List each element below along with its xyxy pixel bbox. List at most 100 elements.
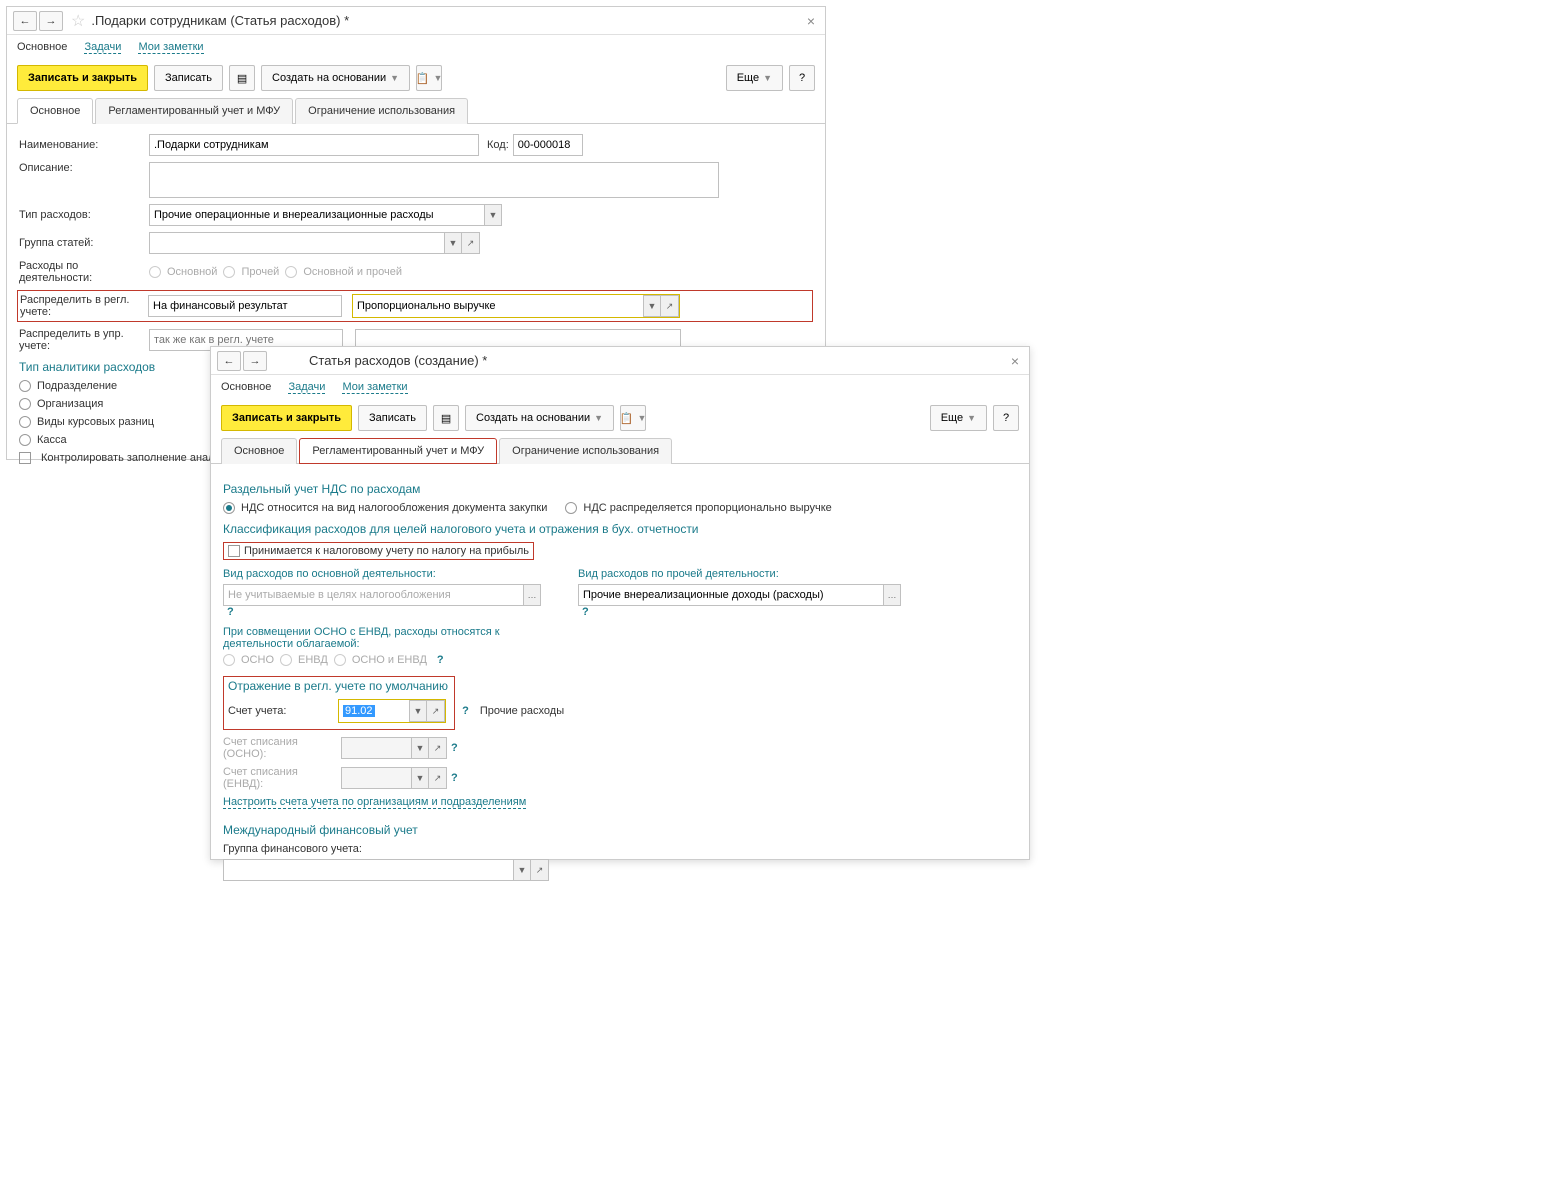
nav-tasks[interactable]: Задачи [84, 41, 121, 54]
nav-main[interactable]: Основное [221, 381, 271, 393]
nav-tasks[interactable]: Задачи [288, 381, 325, 394]
acct-value: 91.02 [343, 705, 375, 717]
nav-notes[interactable]: Мои заметки [138, 41, 203, 54]
help-icon[interactable]: ? [451, 772, 458, 784]
other-act-dropdown[interactable]: … [578, 584, 918, 606]
list-icon-button[interactable]: ▤ [229, 65, 255, 91]
open-icon: ↗ [429, 737, 447, 759]
dropdown-icon: ▼ [411, 737, 429, 759]
help-icon[interactable]: ? [582, 606, 589, 618]
more-button[interactable]: Еще▼ [930, 405, 987, 431]
ifrs-group-input[interactable] [223, 859, 513, 881]
classification-title: Классификация расходов для целей налогов… [223, 522, 1017, 536]
radio-rate[interactable] [19, 416, 31, 428]
toolbar: Записать и закрыть Записать ▤ Создать на… [211, 399, 1029, 437]
back-button[interactable]: ← [13, 11, 37, 31]
ifrs-group-dropdown[interactable]: ▼ ↗ [223, 859, 1017, 881]
dropdown-icon[interactable]: ▼ [513, 859, 531, 881]
acct-label: Счет учета: [228, 705, 338, 717]
type-dropdown[interactable]: ▼ [149, 204, 502, 226]
dropdown-icon[interactable]: ▼ [643, 295, 661, 317]
ifrs-title: Международный финансовый учет [223, 823, 1017, 837]
close-button[interactable]: × [1007, 353, 1023, 369]
help-button[interactable]: ? [993, 405, 1019, 431]
save-close-button[interactable]: Записать и закрыть [221, 405, 352, 431]
back-button[interactable]: ← [217, 351, 241, 371]
dropdown-icon[interactable]: ▼ [484, 204, 502, 226]
other-act-input[interactable] [578, 584, 883, 606]
window-title: Статья расходов (создание) * [309, 353, 487, 368]
toolbar: Записать и закрыть Записать ▤ Создать на… [7, 59, 825, 97]
main-act-input[interactable] [223, 584, 523, 606]
checkbox-accept-tax[interactable] [228, 545, 240, 557]
tab-reg[interactable]: Регламентированный учет и МФУ [299, 438, 497, 464]
create-based-button[interactable]: Создать на основании▼ [465, 405, 614, 431]
ellipsis-icon[interactable]: … [883, 584, 901, 606]
radio-label: НДС относится на вид налогообложения док… [241, 502, 547, 514]
open-icon[interactable]: ↗ [661, 295, 679, 317]
open-icon[interactable]: ↗ [427, 700, 445, 722]
radio-osno [223, 654, 235, 666]
name-input[interactable] [149, 134, 479, 156]
radio-dept[interactable] [19, 380, 31, 392]
ellipsis-icon[interactable]: … [523, 584, 541, 606]
group-dropdown[interactable]: ▼ ↗ [149, 232, 480, 254]
radio-vat-prop[interactable] [565, 502, 577, 514]
help-icon[interactable]: ? [227, 606, 234, 618]
save-button[interactable]: Записать [358, 405, 427, 431]
vat-title: Раздельный учет НДС по расходам [223, 482, 1017, 496]
dist-reg-input1[interactable] [148, 295, 342, 317]
group-label: Группа статей: [19, 237, 149, 249]
export-icon-button[interactable]: 📋▼ [416, 65, 442, 91]
desc-textarea[interactable] [149, 162, 719, 198]
help-icon[interactable]: ? [451, 742, 458, 754]
ifrs-group-label: Группа финансового учета: [223, 843, 1017, 855]
setup-accounts-link[interactable]: Настроить счета учета по организациям и … [223, 796, 526, 809]
tab-limit[interactable]: Ограничение использования [295, 98, 468, 124]
export-icon-button[interactable]: 📋▼ [620, 405, 646, 431]
dropdown-icon[interactable]: ▼ [409, 700, 427, 722]
tabs: Основное Регламентированный учет и МФУ О… [7, 97, 825, 124]
save-close-button[interactable]: Записать и закрыть [17, 65, 148, 91]
radio-cash[interactable] [19, 434, 31, 446]
help-icon[interactable]: ? [462, 705, 469, 717]
radio-label: Подразделение [37, 380, 117, 392]
acct-dropdown[interactable]: 91.02 ▼ ↗ [338, 699, 446, 723]
group-input[interactable] [149, 232, 444, 254]
help-button[interactable]: ? [789, 65, 815, 91]
create-based-button[interactable]: Создать на основании▼ [261, 65, 410, 91]
open-icon[interactable]: ↗ [531, 859, 549, 881]
writeoff-envd-dropdown: ▼ ↗ [341, 767, 447, 789]
list-icon-button[interactable]: ▤ [433, 405, 459, 431]
tab-reg[interactable]: Регламентированный учет и МФУ [95, 98, 293, 124]
combined-label: При совмещении ОСНО с ЕНВД, расходы отно… [223, 626, 503, 650]
checkbox-label: Контролировать заполнение аналит [41, 452, 226, 464]
close-button[interactable]: × [803, 13, 819, 29]
nav-notes[interactable]: Мои заметки [342, 381, 407, 394]
tab-main[interactable]: Основное [221, 438, 297, 464]
radio-vat-doc[interactable] [223, 502, 235, 514]
type-input[interactable] [149, 204, 484, 226]
dropdown-icon[interactable]: ▼ [444, 232, 462, 254]
forward-button[interactable]: → [39, 11, 63, 31]
nav-main[interactable]: Основное [17, 41, 67, 53]
checkbox-control[interactable] [19, 452, 31, 464]
tab-limit[interactable]: Ограничение использования [499, 438, 672, 464]
more-button[interactable]: Еще▼ [726, 65, 783, 91]
save-button[interactable]: Записать [154, 65, 223, 91]
radio-activity-both [285, 266, 297, 278]
help-icon[interactable]: ? [437, 654, 444, 666]
radio-org[interactable] [19, 398, 31, 410]
favorite-star-icon[interactable]: ☆ [71, 11, 85, 31]
nav-links: Основное Задачи Мои заметки [7, 35, 825, 59]
forward-button[interactable]: → [243, 351, 267, 371]
radio-label: Организация [37, 398, 103, 410]
code-input[interactable] [513, 134, 583, 156]
open-icon[interactable]: ↗ [462, 232, 480, 254]
tabs: Основное Регламентированный учет и МФУ О… [211, 437, 1029, 464]
dist-reg-input2[interactable] [353, 295, 643, 317]
acct-desc: Прочие расходы [480, 705, 564, 717]
dist-reg-dropdown[interactable]: ▼ ↗ [352, 294, 680, 318]
tab-main[interactable]: Основное [17, 98, 93, 124]
main-act-dropdown[interactable]: … [223, 584, 558, 606]
